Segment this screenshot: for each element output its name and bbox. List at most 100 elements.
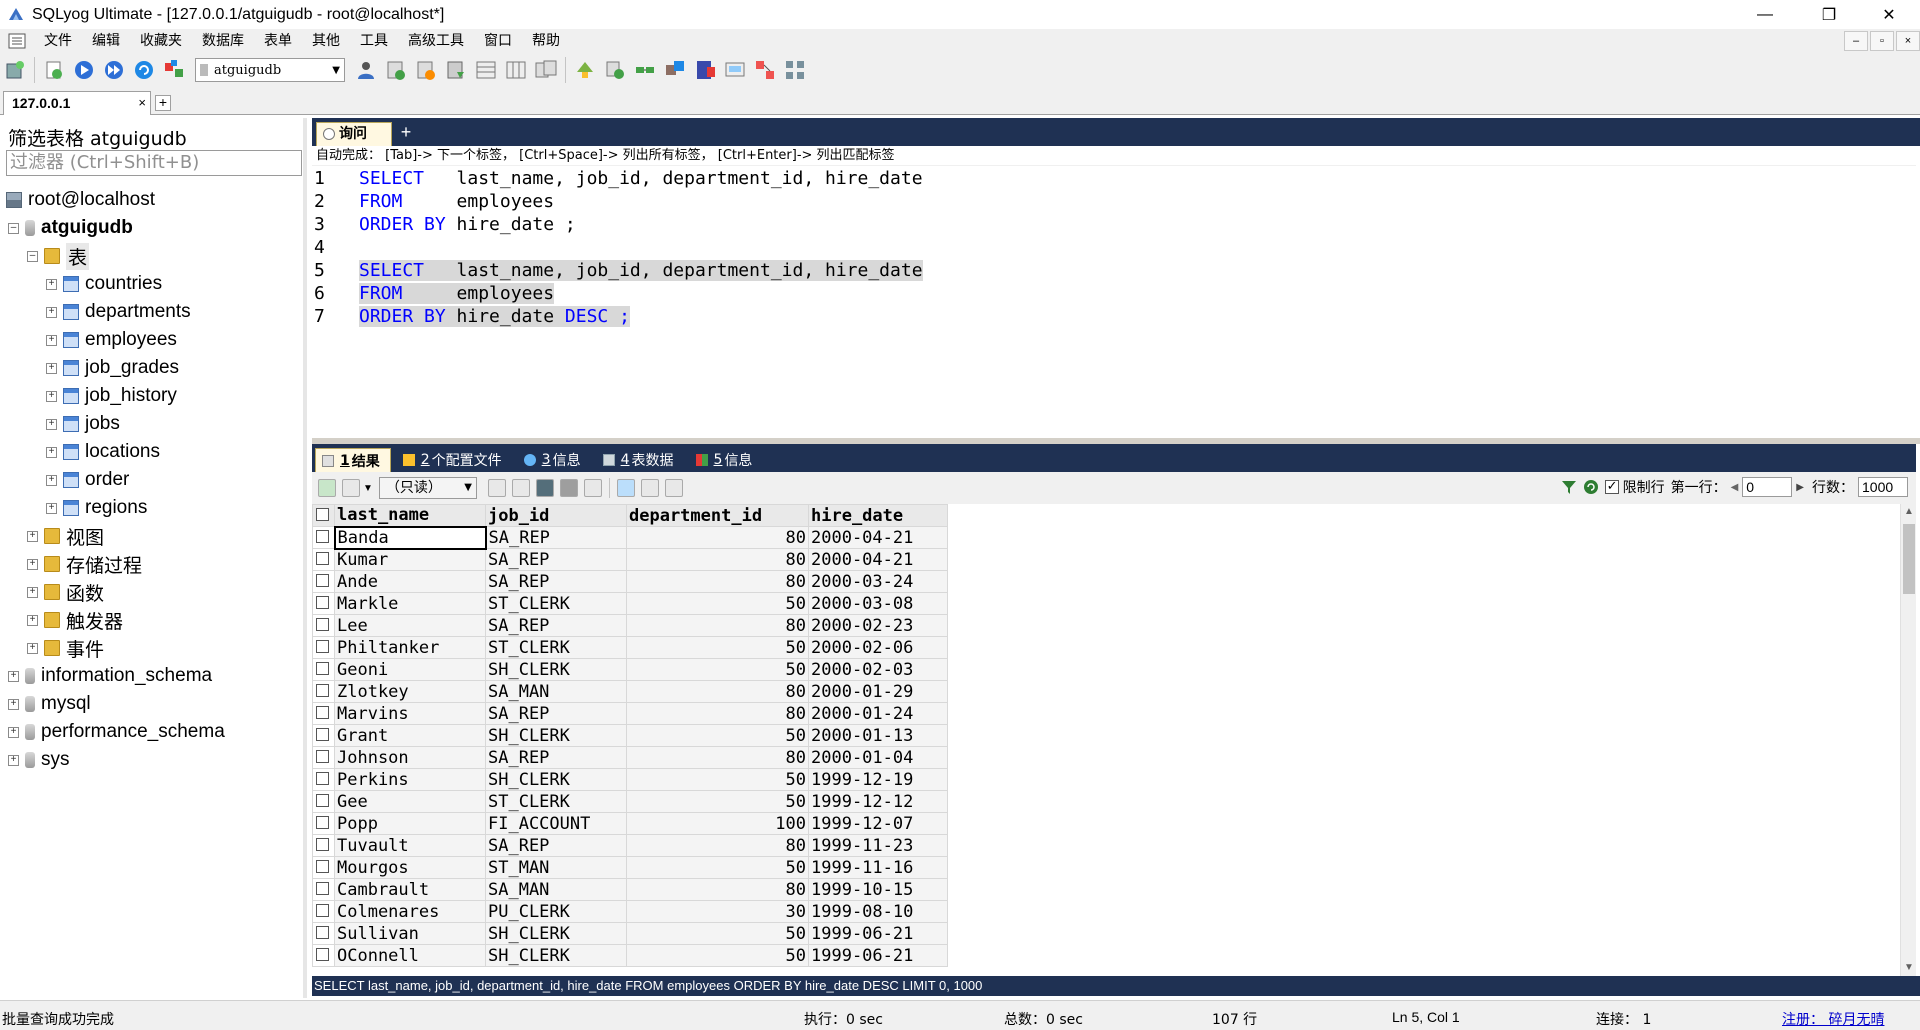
tree-database-performance-schema[interactable]: + performance_schema [8, 718, 225, 746]
cell-job-id[interactable]: ST_CLERK [485, 592, 627, 615]
export-results-icon[interactable] [318, 479, 336, 497]
copy-database-icon[interactable] [534, 58, 558, 82]
close-button[interactable]: ✕ [1860, 0, 1918, 29]
select-all-checkbox[interactable] [312, 504, 335, 527]
menu-others[interactable]: 其他 [302, 29, 350, 53]
cell-hire-date[interactable]: 2000-01-29 [808, 680, 948, 703]
table-row[interactable]: Geoni SH_CLERK 50 2000-02-03 [312, 658, 948, 681]
cell-hire-date[interactable]: 1999-12-12 [808, 790, 948, 813]
execute-all-icon[interactable] [102, 58, 126, 82]
row-checkbox[interactable] [312, 614, 335, 637]
expand-icon[interactable]: + [46, 474, 57, 486]
cell-hire-date[interactable]: 2000-01-24 [808, 702, 948, 725]
expand-icon[interactable]: + [46, 306, 57, 318]
cell-hire-date[interactable]: 1999-08-10 [808, 900, 948, 923]
tree-server-node[interactable]: root@localhost [6, 186, 155, 214]
register-link[interactable]: 注册： 碎月无晴 [1782, 1009, 1884, 1029]
cell-department-id[interactable]: 50 [626, 944, 809, 967]
user-manager-icon[interactable] [354, 58, 378, 82]
insert-row-icon[interactable] [487, 479, 506, 497]
notification-services-icon[interactable] [663, 58, 687, 82]
cell-department-id[interactable]: 80 [626, 570, 809, 593]
row-checkbox[interactable] [312, 944, 335, 967]
table-row[interactable]: Mourgos ST_MAN 50 1999-11-16 [312, 856, 948, 879]
connection-tab[interactable]: 127.0.0.1 × [3, 91, 151, 115]
query-builder-icon[interactable] [723, 58, 747, 82]
maximize-button[interactable]: ❐ [1800, 0, 1858, 29]
row-checkbox[interactable] [312, 658, 335, 681]
delete-icon[interactable] [559, 479, 578, 497]
mdi-restore-button[interactable]: ▫ [1870, 31, 1894, 51]
expand-icon[interactable]: + [27, 558, 38, 570]
tree-table-countries[interactable]: + countries [46, 270, 162, 298]
scrollbar-thumb[interactable] [1903, 524, 1915, 594]
cell-hire-date[interactable]: 2000-01-04 [808, 746, 948, 769]
copy-results-icon[interactable] [342, 479, 360, 497]
next-page-icon[interactable]: ▶ [1796, 482, 1804, 493]
tree-database-sys[interactable]: + sys [8, 746, 70, 774]
menu-database[interactable]: 数据库 [192, 29, 254, 53]
tree-folder-procedures[interactable]: + 存储过程 [27, 550, 142, 578]
schema-designer-icon[interactable] [162, 58, 186, 82]
cell-last-name[interactable]: Zlotkey [334, 680, 486, 703]
cell-job-id[interactable]: SA_REP [485, 834, 627, 857]
cell-job-id[interactable]: SA_REP [485, 526, 627, 549]
cell-job-id[interactable]: SA_MAN [485, 878, 627, 901]
cell-hire-date[interactable]: 2000-04-21 [808, 526, 948, 549]
row-checkbox[interactable] [312, 680, 335, 703]
cell-job-id[interactable]: SH_CLERK [485, 944, 627, 967]
table-row[interactable]: Marvins SA_REP 80 2000-01-24 [312, 702, 948, 725]
menu-help[interactable]: 帮助 [522, 29, 570, 53]
new-query-tab-button[interactable]: + [396, 123, 416, 142]
limit-rows-checkbox[interactable] [1604, 478, 1619, 494]
grid-view-icon[interactable] [616, 479, 635, 497]
expand-icon[interactable]: + [8, 726, 19, 738]
table-row[interactable]: Gee ST_CLERK 50 1999-12-12 [312, 790, 948, 813]
tree-table-locations[interactable]: + locations [46, 438, 160, 466]
cell-department-id[interactable]: 50 [626, 922, 809, 945]
expand-icon[interactable]: + [27, 614, 38, 626]
cell-last-name[interactable]: Johnson [334, 746, 486, 769]
menu-table[interactable]: 表单 [254, 29, 302, 53]
cell-job-id[interactable]: SH_CLERK [485, 658, 627, 681]
table-row[interactable]: Perkins SH_CLERK 50 1999-12-19 [312, 768, 948, 791]
collapse-icon[interactable]: – [27, 250, 38, 262]
table-row[interactable]: Philtanker ST_CLERK 50 2000-02-06 [312, 636, 948, 659]
column-header[interactable]: job_id [485, 504, 627, 527]
row-checkbox[interactable] [312, 856, 335, 879]
expand-icon[interactable]: + [46, 390, 57, 402]
cell-department-id[interactable]: 50 [626, 724, 809, 747]
cell-department-id[interactable]: 80 [626, 526, 809, 549]
cell-job-id[interactable]: SA_MAN [485, 680, 627, 703]
row-checkbox[interactable] [312, 900, 335, 923]
cell-last-name[interactable]: Tuvault [334, 834, 486, 857]
row-checkbox[interactable] [312, 636, 335, 659]
tab-messages[interactable]: 3 信息 [518, 448, 591, 472]
cell-hire-date[interactable]: 2000-04-21 [808, 548, 948, 571]
cell-job-id[interactable]: SA_REP [485, 548, 627, 571]
tree-folder-triggers[interactable]: + 触发器 [27, 606, 123, 634]
new-connection-icon[interactable] [3, 58, 27, 82]
table-row[interactable]: Cambrault SA_MAN 80 1999-10-15 [312, 878, 948, 901]
menu-favorites[interactable]: 收藏夹 [130, 29, 192, 53]
cell-job-id[interactable]: PU_CLERK [485, 900, 627, 923]
database-select[interactable]: atguigudb ▼ [195, 58, 345, 82]
expand-icon[interactable]: + [46, 334, 57, 346]
table-row[interactable]: OConnell SH_CLERK 50 1999-06-21 [312, 944, 948, 967]
close-icon[interactable]: × [138, 92, 146, 114]
minimize-button[interactable]: — [1736, 0, 1794, 29]
result-mode-select[interactable]: （只读） ▼ [378, 477, 477, 499]
filter-input[interactable]: 过滤器 (Ctrl+Shift+B) [6, 150, 302, 176]
cell-hire-date[interactable]: 1999-11-16 [808, 856, 948, 879]
cell-last-name[interactable]: Ande [334, 570, 486, 593]
tab-info[interactable]: 5 信息 [690, 448, 763, 472]
expand-icon[interactable]: + [8, 754, 19, 766]
column-header[interactable]: department_id [626, 504, 809, 527]
cell-last-name[interactable]: Kumar [334, 548, 486, 571]
tree-database-atguigudb[interactable]: – atguigudb [8, 214, 133, 242]
filter-icon[interactable] [1561, 479, 1577, 495]
table-row[interactable]: Lee SA_REP 80 2000-02-23 [312, 614, 948, 637]
menu-window[interactable]: 窗口 [474, 29, 522, 53]
expand-icon[interactable]: + [8, 670, 19, 682]
cell-job-id[interactable]: SH_CLERK [485, 724, 627, 747]
